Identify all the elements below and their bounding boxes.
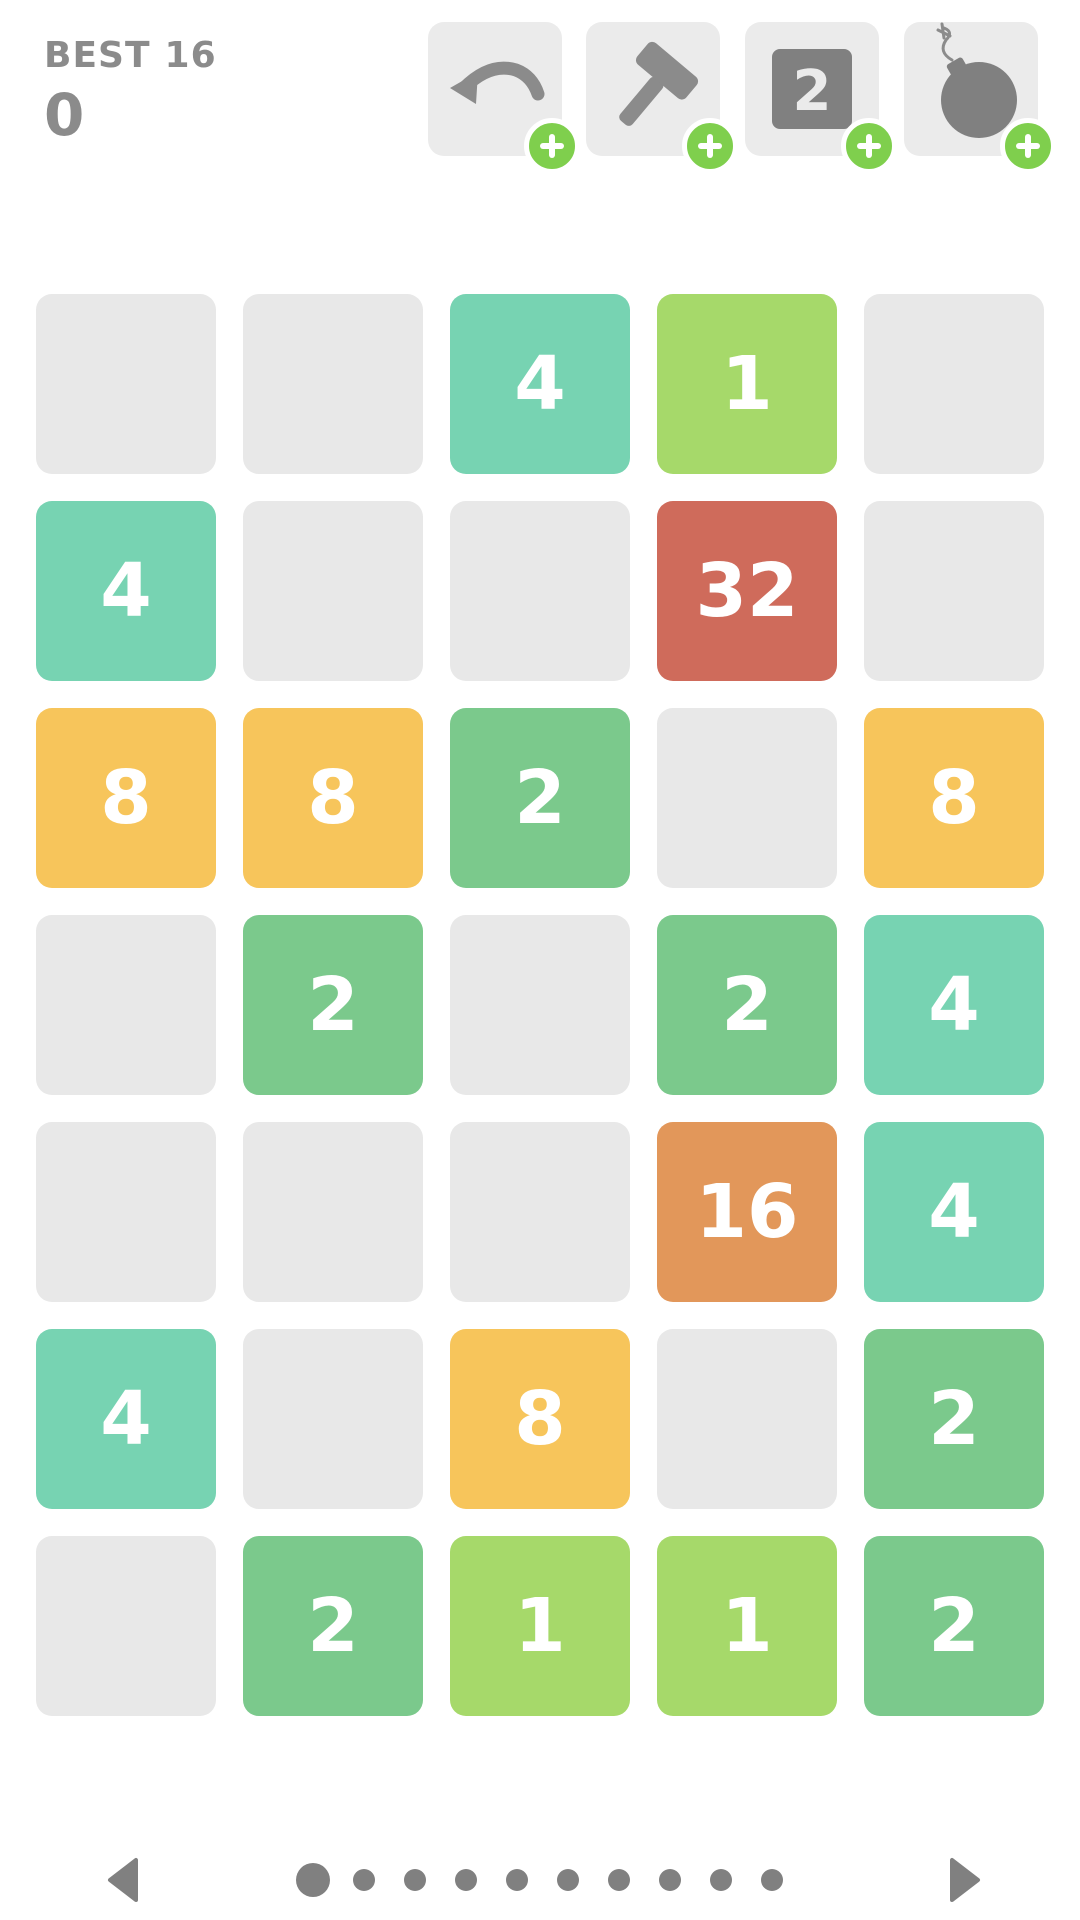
page-dot[interactable] bbox=[557, 1869, 579, 1891]
game-screen: BEST 16 0 2 4 1 4 32 8 8 2 8 2 2 4 16 4 … bbox=[0, 0, 1080, 1920]
page-dot[interactable] bbox=[659, 1869, 681, 1891]
page-dot[interactable] bbox=[455, 1869, 477, 1891]
tile-2-label: 2 bbox=[793, 59, 832, 124]
page-dot[interactable] bbox=[506, 1869, 528, 1891]
game-board[interactable]: 4 1 4 32 8 8 2 8 2 2 4 16 4 4 8 2 2 1 1 2 bbox=[36, 294, 1046, 1716]
tile-4: 4 bbox=[36, 501, 216, 681]
empty-cell bbox=[450, 1122, 630, 1302]
tile-8: 8 bbox=[243, 708, 423, 888]
tile-2: 2 bbox=[864, 1536, 1044, 1716]
next-page-button[interactable] bbox=[940, 1856, 988, 1904]
previous-page-button[interactable] bbox=[100, 1856, 148, 1904]
empty-cell bbox=[450, 501, 630, 681]
best-label: BEST bbox=[44, 35, 151, 76]
hammer-add-button[interactable] bbox=[682, 118, 738, 174]
tile-2: 2 bbox=[243, 1536, 423, 1716]
bomb-add-button[interactable] bbox=[1000, 118, 1056, 174]
empty-cell bbox=[243, 501, 423, 681]
tile-1: 1 bbox=[657, 294, 837, 474]
empty-cell bbox=[864, 294, 1044, 474]
tile-1: 1 bbox=[450, 1536, 630, 1716]
page-navigator bbox=[0, 1850, 1080, 1910]
tile-2: 2 bbox=[657, 915, 837, 1095]
left-arrow-icon bbox=[108, 1858, 138, 1902]
tile-8: 8 bbox=[36, 708, 216, 888]
tile-2: 2 bbox=[864, 1329, 1044, 1509]
empty-cell bbox=[36, 915, 216, 1095]
tile-1: 1 bbox=[657, 1536, 837, 1716]
empty-cell bbox=[243, 1329, 423, 1509]
empty-cell bbox=[36, 294, 216, 474]
empty-cell bbox=[657, 1329, 837, 1509]
plus-icon bbox=[857, 134, 881, 158]
plus-icon bbox=[698, 134, 722, 158]
tile-4: 4 bbox=[864, 915, 1044, 1095]
best-score: BEST 16 bbox=[44, 38, 217, 74]
page-dot[interactable] bbox=[608, 1869, 630, 1891]
empty-cell bbox=[36, 1122, 216, 1302]
current-score: 0 bbox=[44, 81, 85, 149]
empty-cell bbox=[36, 1536, 216, 1716]
empty-cell bbox=[450, 915, 630, 1095]
page-dot[interactable] bbox=[710, 1869, 732, 1891]
tile-16: 16 bbox=[657, 1122, 837, 1302]
plus-icon bbox=[540, 134, 564, 158]
undo-button[interactable] bbox=[428, 22, 580, 174]
tile-2: 2 bbox=[243, 915, 423, 1095]
page-dots bbox=[296, 1862, 812, 1898]
plus-icon bbox=[1016, 134, 1040, 158]
undo-add-button[interactable] bbox=[524, 118, 580, 174]
tile-8: 8 bbox=[864, 708, 1044, 888]
best-value: 16 bbox=[164, 35, 217, 76]
page-dot-active[interactable] bbox=[296, 1863, 330, 1897]
empty-cell bbox=[243, 294, 423, 474]
bomb-button[interactable] bbox=[904, 22, 1056, 174]
tile-4: 4 bbox=[450, 294, 630, 474]
hammer-button[interactable] bbox=[586, 22, 738, 174]
score-panel: BEST 16 0 bbox=[44, 38, 217, 149]
empty-cell bbox=[657, 708, 837, 888]
empty-cell bbox=[243, 1122, 423, 1302]
tile-4: 4 bbox=[36, 1329, 216, 1509]
page-dot[interactable] bbox=[353, 1869, 375, 1891]
place-tile-add-button[interactable] bbox=[841, 118, 897, 174]
page-dot[interactable] bbox=[404, 1869, 426, 1891]
tile-8: 8 bbox=[450, 1329, 630, 1509]
tile-4: 4 bbox=[864, 1122, 1044, 1302]
empty-cell bbox=[864, 501, 1044, 681]
tile-2: 2 bbox=[450, 708, 630, 888]
tile-32: 32 bbox=[657, 501, 837, 681]
page-dot[interactable] bbox=[761, 1869, 783, 1891]
place-tile-button[interactable]: 2 bbox=[745, 22, 897, 174]
right-arrow-icon bbox=[950, 1858, 980, 1902]
